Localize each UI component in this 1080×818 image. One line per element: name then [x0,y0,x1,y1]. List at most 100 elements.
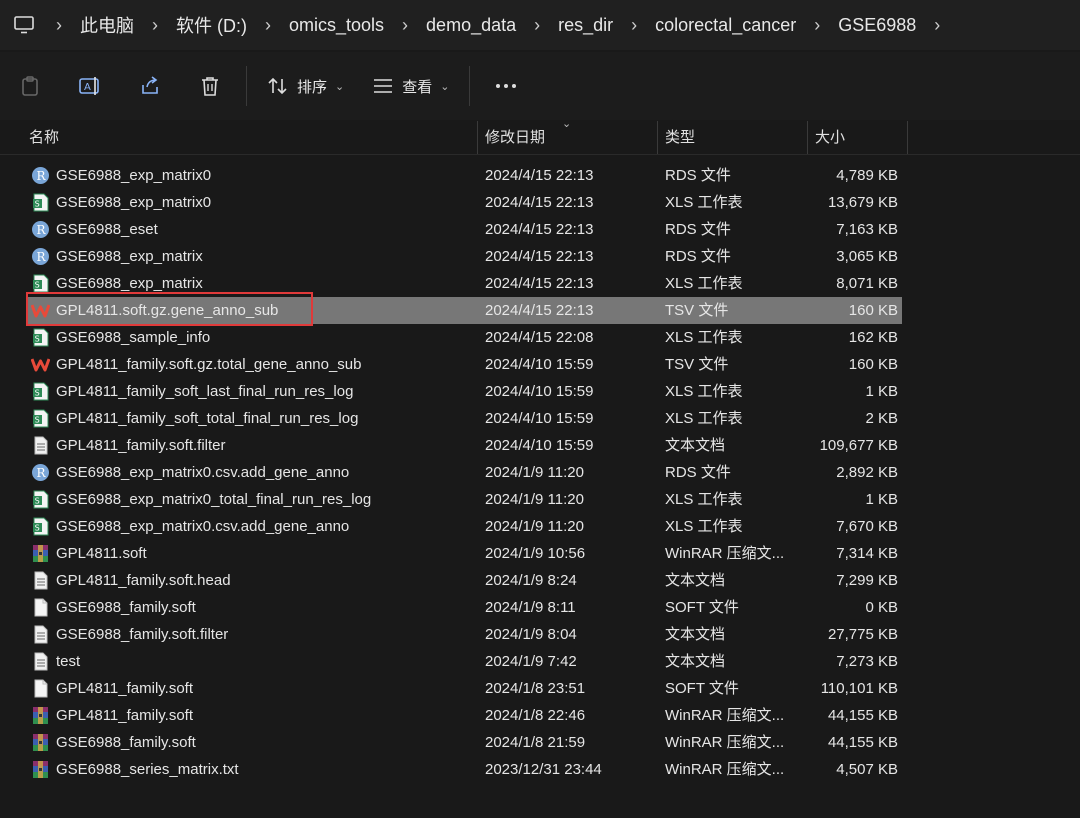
breadcrumb-item[interactable]: res_dir [548,15,623,36]
column-divider[interactable] [657,121,658,154]
chevron-right-icon[interactable]: › [144,15,166,36]
r-icon: R [31,463,50,482]
toolbar-divider [246,66,247,106]
svg-text:R: R [37,466,47,480]
file-type: RDS 文件 [665,464,731,481]
svg-text:S: S [35,524,40,533]
highlight-box [26,292,313,326]
file-modified-date: 2024/1/9 8:04 [485,626,577,643]
file-row[interactable]: GPL4811_family.soft 2024/1/8 22:46 WinRAR … [0,702,1080,729]
file-row[interactable]: GSE6988_family.soft 2024/1/8 21:59 WinRAR … [0,729,1080,756]
file-row[interactable]: GSE6988_family.soft.filter 2024/1/9 8:04 文… [0,621,1080,648]
file-row[interactable]: S GSE6988_exp_matrix0.csv.add_gene_anno 20… [0,513,1080,540]
column-header-row: 名称 修改日期 ⌄ 类型 大小 [0,118,1080,155]
file-size: 4,789 KB [836,167,898,184]
chevron-right-icon[interactable]: › [48,15,70,36]
chevron-right-icon[interactable]: › [394,15,416,36]
file-type: WinRAR 压缩文... [665,734,785,751]
file-type: WinRAR 压缩文... [665,707,785,724]
file-modified-date: 2024/1/9 7:42 [485,653,577,670]
file-modified-date: 2024/1/8 23:51 [485,680,586,697]
file-row[interactable]: S GSE6988_sample_info 2024/4/15 22:08 XLS 工… [0,324,1080,351]
breadcrumb-item[interactable]: 软件 (D:) [166,12,257,38]
chevron-right-icon[interactable]: › [257,15,279,36]
paste-button[interactable] [0,64,60,108]
chevron-right-icon[interactable]: › [623,15,645,36]
chevron-right-icon[interactable]: › [926,15,948,36]
xls-icon: S [31,328,50,347]
file-row[interactable]: R GSE6988_exp_matrix0 2024/4/15 22:13 RDS 文… [0,162,1080,189]
breadcrumb-item[interactable]: 此电脑 [70,12,144,38]
file-modified-date: 2024/1/8 22:46 [485,707,586,724]
rename-button[interactable]: A [60,64,120,108]
breadcrumb-item[interactable]: colorectal_cancer [645,15,806,36]
file-name: GPL4811_family.soft.head [56,572,231,589]
file-modified-date: 2024/1/8 21:59 [485,734,586,751]
file-size: 7,299 KB [836,572,898,589]
svg-text:S: S [35,497,40,506]
svg-text:A: A [84,82,91,93]
file-type: WinRAR 压缩文... [665,761,785,778]
file-row[interactable]: S GPL4811_family_soft_last_final_run_res_… [0,378,1080,405]
file-row[interactable]: S GSE6988_exp_matrix0_total_final_run_res… [0,486,1080,513]
file-name: GSE6988_exp_matrix [56,248,203,265]
file-row[interactable]: GSE6988_family.soft 2024/1/9 8:11 SOFT 文件 0… [0,594,1080,621]
file-row[interactable]: R GSE6988_exp_matrix0.csv.add_gene_anno 20… [0,459,1080,486]
column-divider[interactable] [907,121,908,154]
blank-file-icon [31,598,50,617]
file-row[interactable]: GPL4811.soft 2024/1/9 10:56 WinRAR 压缩文... 7… [0,540,1080,567]
breadcrumb-item[interactable]: GSE6988 [828,15,926,36]
column-header-type[interactable]: 类型 [665,121,695,154]
file-row[interactable]: GPL4811_family.soft.filter 2024/4/10 15:5… [0,432,1080,459]
sort-label: 排序 [297,78,328,96]
file-size: 160 KB [848,356,898,373]
file-modified-date: 2024/4/15 22:13 [485,194,594,211]
file-row[interactable]: S GPL4811_family_soft_total_final_run_res… [0,405,1080,432]
file-type: SOFT 文件 [665,680,739,697]
chevron-right-icon[interactable]: › [806,15,828,36]
column-divider[interactable] [807,121,808,154]
computer-icon[interactable] [0,0,48,50]
file-name: GSE6988_exp_matrix0.csv.add_gene_anno [56,518,350,535]
svg-text:S: S [35,281,40,290]
file-size: 2,892 KB [836,464,898,481]
file-row[interactable]: S GSE6988_exp_matrix0 2024/4/15 22:13 XLS 工… [0,189,1080,216]
file-name: GPL4811_family.soft [56,707,194,724]
file-type: TSV 文件 [665,302,729,319]
file-row[interactable]: GPL4811_family.soft.head 2024/1/9 8:24 文本文… [0,567,1080,594]
svg-text:S: S [35,416,40,425]
file-type: XLS 工作表 [665,329,743,346]
file-size: 109,677 KB [819,437,898,454]
file-row[interactable]: R GSE6988_eset 2024/4/15 22:13 RDS 文件 7,163 … [0,216,1080,243]
chevron-right-icon[interactable]: › [526,15,548,36]
r-icon: R [31,166,50,185]
file-modified-date: 2024/4/10 15:59 [485,356,594,373]
svg-text:R: R [37,169,47,183]
breadcrumb-item[interactable]: demo_data [416,15,526,36]
file-name: GPL4811_family.soft.gz.total_gene_anno_s… [56,356,362,373]
column-header-name[interactable]: 名称 [29,121,59,154]
column-header-size[interactable]: 大小 [815,121,845,154]
more-options-button[interactable] [476,64,536,108]
file-row[interactable]: test 2024/1/9 7:42 文本文档 7,273 KB [0,648,1080,675]
file-row[interactable]: R GSE6988_exp_matrix 2024/4/15 22:13 RDS 文件… [0,243,1080,270]
column-header-modified[interactable]: 修改日期 [485,121,545,154]
sort-indicator-icon: ⌄ [562,118,572,130]
file-row[interactable]: GPL4811_family.soft 2024/1/8 23:51 SOFT 文件… [0,675,1080,702]
file-type: 文本文档 [665,653,726,670]
file-row[interactable]: GPL4811_family.soft.gz.total_gene_anno_s… [0,351,1080,378]
file-size: 1 KB [865,383,898,400]
delete-button[interactable] [180,64,240,108]
column-divider[interactable] [477,121,478,154]
file-row[interactable]: GSE6988_series_matrix.txt 2023/12/31 23:4… [0,756,1080,783]
wps-icon [30,355,51,374]
view-label: 查看 [402,78,433,96]
share-button[interactable] [120,64,180,108]
file-name: GSE6988_sample_info [56,329,211,346]
breadcrumb-item[interactable]: omics_tools [279,15,394,36]
view-button[interactable]: 查看 ⌄ [358,64,463,108]
sort-button[interactable]: 排序 ⌄ [253,64,358,108]
file-name: GSE6988_series_matrix.txt [56,761,239,778]
file-modified-date: 2023/12/31 23:44 [485,761,602,778]
file-size: 7,163 KB [836,221,898,238]
